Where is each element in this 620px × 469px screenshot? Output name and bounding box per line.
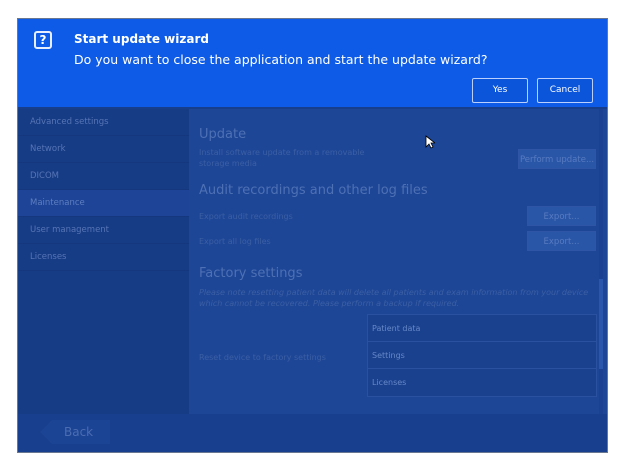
yes-button[interactable]: Yes [472,78,528,103]
update-description-line1: Install software update from a removable [199,148,365,157]
sidebar-item-licenses[interactable]: Licenses [18,244,189,271]
settings-sidebar: Advanced settings Network DICOM Maintena… [18,109,189,414]
reset-option-patient-data[interactable]: Patient data [368,315,596,342]
question-icon: ? [34,31,52,49]
screen: Advanced settings Network DICOM Maintena… [0,0,620,469]
scrollbar-thumb[interactable] [599,279,603,369]
cancel-button[interactable]: Cancel [537,78,593,103]
mouse-pointer-icon [425,135,435,149]
factory-heading: Factory settings [199,266,303,281]
update-description-line2: storage media [199,159,257,168]
reset-option-settings[interactable]: Settings [368,342,596,369]
application-window: Advanced settings Network DICOM Maintena… [17,18,608,453]
factory-warning-line2: which cannot be recovered. Please perfor… [199,299,460,308]
update-heading: Update [199,127,247,142]
factory-warning-line1: Please note resetting patient data will … [199,288,589,297]
update-wizard-dialog: ? Start update wizard Do you want to clo… [18,19,607,107]
sidebar-item-network[interactable]: Network [18,136,189,163]
dialog-message: Do you want to close the application and… [74,52,488,67]
reset-factory-label: Reset device to factory settings [199,353,326,362]
export-audit-label: Export audit recordings [199,212,293,221]
sidebar-item-advanced-settings[interactable]: Advanced settings [18,109,189,136]
audit-heading: Audit recordings and other log files [199,183,428,198]
reset-option-licenses[interactable]: Licenses [368,369,596,396]
export-audit-button[interactable]: Export... [527,206,596,226]
dialog-title: Start update wizard [74,32,209,46]
back-button[interactable]: Back [40,420,110,444]
reset-options-list: Patient data Settings Licenses [367,314,597,397]
perform-update-button[interactable]: Perform update... [518,149,596,169]
sidebar-item-dicom[interactable]: DICOM [18,163,189,190]
maintenance-panel: Update Install software update from a re… [189,109,607,414]
sidebar-item-maintenance[interactable]: Maintenance [18,190,189,217]
export-logs-label: Export all log files [199,237,271,246]
sidebar-item-user-management[interactable]: User management [18,217,189,244]
footer-bar: Back [18,414,607,452]
export-logs-button[interactable]: Export... [527,231,596,251]
